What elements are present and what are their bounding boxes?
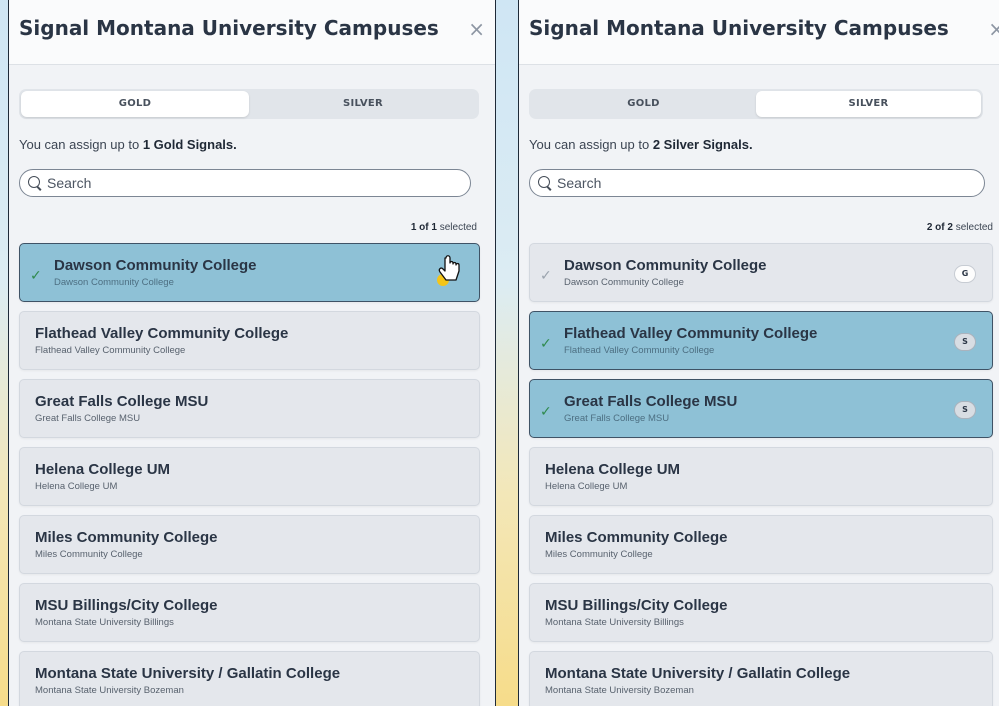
campus-name: Montana State University / Gallatin Coll… — [545, 665, 851, 682]
tab-gold[interactable]: GOLD — [531, 91, 756, 117]
gold-signal-panel: Signal Montana University Campuses × GOL… — [8, 0, 496, 706]
search-icon — [538, 176, 550, 188]
campus-subtitle: Helena College UM — [35, 481, 118, 492]
campus-list-item[interactable]: ✓ Dawson Community College Dawson Commun… — [529, 243, 993, 302]
campus-subtitle: Flathead Valley Community College — [35, 345, 186, 356]
tab-gold[interactable]: GOLD — [21, 91, 249, 117]
campus-list-item[interactable]: MSU Billings/City College Montana State … — [529, 583, 993, 642]
campus-list-item[interactable]: Montana State University / Gallatin Coll… — [529, 651, 993, 706]
selected-count: 2 of 2 selected — [927, 222, 993, 233]
silver-signal-panel: Signal Montana University Campuses × GOL… — [518, 0, 999, 706]
campus-name: Dawson Community College — [54, 257, 257, 274]
campus-list: ✓ Dawson Community College Dawson Commun… — [19, 243, 480, 706]
assign-limit-value: 2 Silver Signals. — [652, 137, 753, 152]
panel-title: Signal Montana University Campuses — [19, 16, 439, 40]
signal-badge: G — [954, 265, 976, 283]
selected-count-value: 2 of 2 — [926, 222, 953, 233]
campus-subtitle: Great Falls College MSU — [564, 413, 670, 424]
campus-subtitle: Dawson Community College — [54, 277, 174, 288]
campus-name: Great Falls College MSU — [564, 393, 738, 410]
campus-subtitle: Flathead Valley Community College — [564, 345, 715, 356]
search-placeholder: Search — [557, 175, 602, 191]
assign-limit-text: You can assign up to 1 Gold Signals. — [19, 137, 237, 152]
campus-list-item[interactable]: Helena College UM Helena College UM — [19, 447, 480, 506]
assign-limit-value: 1 Gold Signals. — [142, 137, 237, 152]
campus-name: Helena College UM — [545, 461, 681, 478]
campus-list-item[interactable]: Great Falls College MSU Great Falls Coll… — [19, 379, 480, 438]
campus-name: Helena College UM — [35, 461, 171, 478]
check-icon: ✓ — [540, 336, 552, 352]
assign-prefix: You can assign up to — [529, 137, 653, 152]
campus-name: MSU Billings/City College — [545, 597, 728, 614]
signal-type-tabs: GOLD SILVER — [529, 89, 983, 119]
close-icon[interactable]: × — [468, 17, 485, 41]
search-icon — [28, 176, 40, 188]
campus-subtitle: Montana State University Billings — [545, 617, 684, 628]
check-icon: ✓ — [540, 268, 552, 284]
campus-subtitle: Miles Community College — [545, 549, 653, 560]
campus-name: Miles Community College — [35, 529, 218, 546]
tab-silver[interactable]: SILVER — [249, 91, 477, 117]
campus-name: Montana State University / Gallatin Coll… — [35, 665, 341, 682]
campus-subtitle: Helena College UM — [545, 481, 628, 492]
assign-limit-text: You can assign up to 2 Silver Signals. — [529, 137, 753, 152]
search-placeholder: Search — [47, 175, 92, 191]
campus-list-item[interactable]: MSU Billings/City College Montana State … — [19, 583, 480, 642]
signal-badge: S — [954, 333, 976, 351]
campus-name: Dawson Community College — [564, 257, 767, 274]
panel-title: Signal Montana University Campuses — [529, 16, 949, 40]
campus-list-item[interactable]: Montana State University / Gallatin Coll… — [19, 651, 480, 706]
campus-name: Flathead Valley Community College — [564, 325, 818, 342]
panel-header: Signal Montana University Campuses × — [9, 0, 495, 65]
campus-list-item[interactable]: ✓ Great Falls College MSU Great Falls Co… — [529, 379, 993, 438]
search-input[interactable]: Search — [529, 169, 985, 197]
selected-count-suffix: selected — [952, 222, 993, 233]
selected-count-suffix: selected — [436, 222, 477, 233]
campus-list-item[interactable]: Helena College UM Helena College UM — [529, 447, 993, 506]
signal-badge: S — [954, 401, 976, 419]
campus-subtitle: Great Falls College MSU — [35, 413, 141, 424]
campus-list-item[interactable]: ✓ Flathead Valley Community College Flat… — [529, 311, 993, 370]
search-input[interactable]: Search — [19, 169, 471, 197]
campus-name: Miles Community College — [545, 529, 728, 546]
hand-pointer-icon — [434, 254, 464, 288]
campus-list-item[interactable]: Flathead Valley Community College Flathe… — [19, 311, 480, 370]
campus-subtitle: Montana State University Bozeman — [35, 685, 184, 696]
selected-count: 1 of 1 selected — [411, 222, 477, 233]
campus-subtitle: Montana State University Billings — [35, 617, 174, 628]
tab-silver[interactable]: SILVER — [756, 91, 981, 117]
campus-list: ✓ Dawson Community College Dawson Commun… — [529, 243, 993, 706]
check-icon: ✓ — [540, 404, 552, 420]
campus-list-item[interactable]: ✓ Dawson Community College Dawson Commun… — [19, 243, 480, 302]
assign-prefix: You can assign up to — [19, 137, 143, 152]
selected-count-value: 1 of 1 — [410, 222, 437, 233]
panel-header: Signal Montana University Campuses × — [519, 0, 999, 65]
campus-name: MSU Billings/City College — [35, 597, 218, 614]
campus-name: Flathead Valley Community College — [35, 325, 289, 342]
campus-subtitle: Montana State University Bozeman — [545, 685, 694, 696]
signal-type-tabs: GOLD SILVER — [19, 89, 479, 119]
campus-subtitle: Dawson Community College — [564, 277, 684, 288]
campus-subtitle: Miles Community College — [35, 549, 143, 560]
check-icon: ✓ — [30, 268, 42, 284]
campus-name: Great Falls College MSU — [35, 393, 209, 410]
close-icon[interactable]: × — [988, 17, 999, 41]
campus-list-item[interactable]: Miles Community College Miles Community … — [529, 515, 993, 574]
campus-list-item[interactable]: Miles Community College Miles Community … — [19, 515, 480, 574]
